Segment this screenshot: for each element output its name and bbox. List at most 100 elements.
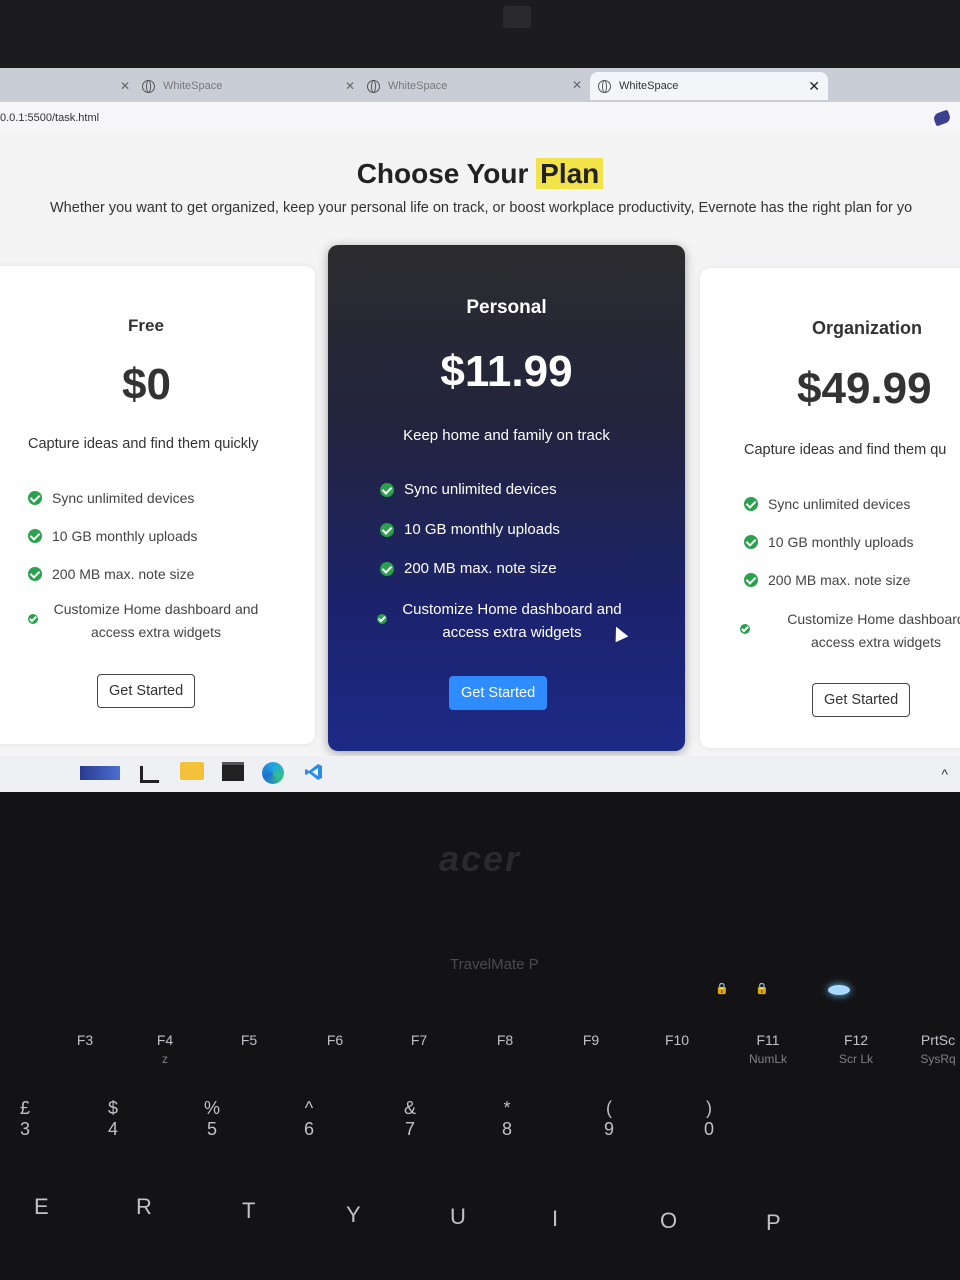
feature-item: Sync unlimited devices	[380, 481, 557, 498]
feature-item: 10 GB monthly uploads	[380, 521, 560, 538]
key-o[interactable]: O	[660, 1208, 677, 1234]
wifi-led	[828, 985, 850, 995]
extension-icon[interactable]	[932, 109, 952, 127]
key-0[interactable]: ) 0	[704, 1098, 714, 1140]
key-u[interactable]: U	[450, 1204, 466, 1230]
edge-icon[interactable]	[262, 762, 284, 784]
globe-icon	[367, 79, 380, 93]
key-f11[interactable]: F11 NumLk	[744, 1032, 792, 1066]
page-title: Choose Your Plan	[0, 158, 960, 190]
laptop-body: acer TravelMate P 🔒 🔒 F3 F4 z F5 F6 F7 F8…	[0, 792, 960, 1280]
close-tab-icon[interactable]: ✕	[120, 79, 130, 93]
check-icon	[380, 561, 394, 576]
feature-item: Customize Home dashboard access extra wi…	[787, 611, 960, 650]
key-8[interactable]: * 8	[502, 1098, 512, 1140]
plan-description: Capture ideas and find them qu	[744, 442, 947, 458]
plan-name: Personal	[466, 297, 547, 318]
key-t[interactable]: T	[242, 1198, 255, 1224]
check-icon	[380, 522, 394, 537]
key-4[interactable]: $4	[108, 1098, 118, 1140]
check-icon	[377, 614, 387, 624]
get-started-button[interactable]: Get Started	[812, 683, 911, 717]
key-f7[interactable]: F7	[404, 1032, 434, 1048]
key-6[interactable]: ^ 6	[304, 1098, 314, 1140]
tab-title: WhiteSpace	[619, 80, 679, 92]
terminal-icon[interactable]	[222, 762, 244, 781]
key-3[interactable]: £3	[20, 1098, 30, 1140]
feature-item: Sync unlimited devices	[744, 496, 910, 512]
browser-tab-active[interactable]: WhiteSpace ✕	[590, 72, 828, 100]
key-5[interactable]: % 5	[204, 1098, 220, 1140]
feature-item: Sync unlimited devices	[28, 490, 194, 506]
model-label: TravelMate P	[450, 956, 539, 973]
file-explorer-icon[interactable]	[180, 762, 204, 780]
plan-price: $0	[122, 360, 171, 409]
feature-item: 10 GB monthly uploads	[744, 534, 914, 550]
check-icon	[28, 529, 42, 543]
chevron-up-icon[interactable]: ^	[941, 766, 948, 782]
feature-item: 200 MB max. note size	[380, 560, 557, 577]
key-r[interactable]: R	[136, 1194, 152, 1220]
browser-tab[interactable]: ✕ WhiteSpace	[345, 72, 565, 100]
key-i[interactable]: I	[552, 1206, 558, 1232]
get-started-button[interactable]: Get Started	[97, 674, 196, 708]
plan-card-organization: Organization $49.99 Capture ideas and fi…	[700, 268, 960, 748]
key-f6[interactable]: F6	[320, 1032, 350, 1048]
url-text[interactable]: 0.0.1:5500/task.html	[0, 112, 99, 124]
plan-card-personal: Personal $11.99 Keep home and family on …	[328, 245, 685, 751]
page-subtitle: Whether you want to get organized, keep …	[50, 200, 913, 216]
key-f4[interactable]: F4 z	[150, 1032, 180, 1066]
browser-tab-bar: ✕ WhiteSpace ✕ WhiteSpace ✕ WhiteSpace ✕	[0, 68, 960, 102]
webcam	[503, 6, 531, 28]
plan-name: Free	[128, 316, 164, 335]
key-9[interactable]: (9	[604, 1098, 614, 1140]
key-y[interactable]: Y	[346, 1202, 361, 1228]
key-p[interactable]: P	[766, 1210, 781, 1236]
browser-tab[interactable]: ✕ WhiteSpace	[120, 72, 320, 100]
check-icon	[744, 573, 758, 587]
feature-item: Customize Home dashboard and access extr…	[402, 601, 622, 641]
close-tab-icon[interactable]: ✕	[808, 78, 820, 95]
task-view-icon[interactable]	[140, 766, 159, 783]
key-f10[interactable]: F10	[660, 1032, 694, 1048]
key-f12[interactable]: F12 Scr Lk	[832, 1032, 880, 1066]
key-7[interactable]: & 7	[404, 1098, 416, 1140]
get-started-button[interactable]: Get Started	[449, 676, 548, 710]
key-f3[interactable]: F3	[70, 1032, 100, 1048]
feature-item: 10 GB monthly uploads	[28, 528, 198, 544]
title-text: Choose Your	[356, 158, 529, 189]
globe-icon	[598, 79, 611, 93]
check-icon	[740, 624, 750, 634]
feature-item: 200 MB max. note size	[28, 566, 194, 582]
pricing-page: Choose Your Plan Whether you want to get…	[0, 134, 960, 756]
check-icon	[744, 497, 758, 511]
check-icon	[380, 482, 394, 497]
plan-name: Organization	[812, 318, 923, 338]
key-prtsc[interactable]: PrtSc SysRq	[916, 1032, 960, 1066]
key-f5[interactable]: F5	[234, 1032, 264, 1048]
widgets-icon[interactable]	[80, 766, 120, 780]
check-icon	[28, 491, 42, 505]
close-tab-icon[interactable]: ✕	[345, 79, 355, 93]
taskbar: ^	[0, 756, 960, 792]
vscode-icon[interactable]	[304, 762, 324, 782]
key-f8[interactable]: F8	[490, 1032, 520, 1048]
brand-logo: acer	[438, 838, 522, 879]
close-tab-icon[interactable]: ✕	[572, 78, 582, 92]
plan-card-free: Free $0 Capture ideas and find them quic…	[0, 266, 315, 744]
lock-indicator-icon: 🔒	[715, 983, 729, 995]
lock-indicator-icon: 🔒	[755, 983, 769, 995]
feature-item: Customize Home dashboard and access extr…	[53, 601, 259, 640]
tab-title: WhiteSpace	[388, 80, 448, 92]
check-icon	[28, 614, 38, 624]
feature-item: 200 MB max. note size	[744, 572, 910, 588]
key-e[interactable]: E	[34, 1194, 49, 1220]
key-f9[interactable]: F9	[576, 1032, 606, 1048]
title-highlight: Plan	[536, 158, 604, 189]
plan-price: $11.99	[440, 347, 573, 396]
globe-icon	[142, 79, 155, 93]
address-bar[interactable]: 0.0.1:5500/task.html	[0, 102, 960, 135]
check-icon	[28, 567, 42, 581]
plan-price: $49.99	[797, 364, 932, 413]
plan-description: Keep home and family on track	[403, 427, 610, 444]
